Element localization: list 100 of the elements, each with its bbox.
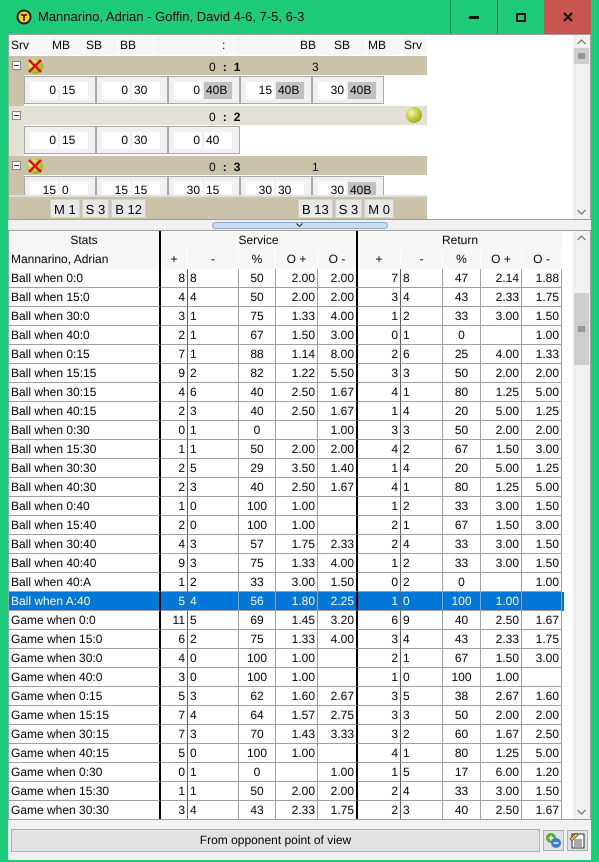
table-row[interactable]: Ball when 0:0 8 8 50 2.00 2.00 7 8 47 2.14 1.88 [9, 269, 564, 288]
point-card[interactable]: 15 40B [240, 76, 312, 104]
table-row[interactable]: Ball when 30:40 4 3 57 1.75 2.33 2 4 33 3.00 1.50 [9, 535, 564, 554]
table-row[interactable]: Game when 30:0 4 0 100 1.00 2 1 67 1.50 3.00 [9, 649, 564, 668]
collapse-icon[interactable] [12, 111, 21, 120]
scrollbar[interactable] [573, 35, 590, 219]
table-row[interactable]: Game when 30:30 3 4 43 2.33 1.75 2 3 40 2.50 1.67 [9, 801, 564, 819]
total-badge: M 1 [50, 198, 80, 218]
table-row[interactable]: Ball when 40:40 9 3 75 1.33 4.00 1 2 33 3.00 1.50 [9, 554, 564, 573]
table-row[interactable]: Game when 0:0 11 5 69 1.45 3.20 6 9 40 2.50 1.67 [9, 611, 564, 630]
column-header[interactable]: O + [481, 250, 522, 269]
maximize-icon [516, 12, 526, 22]
table-row[interactable]: Ball when 0:15 7 1 88 1.14 8.00 2 6 25 4.00 1.33 [9, 345, 564, 364]
table-cell: 1.75 [318, 801, 358, 819]
splitter-handle[interactable] [212, 222, 388, 228]
table-row[interactable]: Ball when 30:30 2 5 29 3.50 1.40 1 4 20 5.00 1.25 [9, 459, 564, 478]
point-card[interactable]: 0 40 [168, 126, 240, 154]
table-row[interactable]: Ball when 15:0 4 4 50 2.00 2.00 3 4 43 2.33 1.75 [9, 288, 564, 307]
column-header[interactable]: + [161, 250, 188, 269]
column-header[interactable]: : [220, 35, 234, 55]
point-card[interactable]: 0 15 [24, 126, 96, 154]
table-row[interactable]: Ball when 0:30 0 1 0 1.00 3 3 50 2.00 2.00 [9, 421, 564, 440]
table-row[interactable]: Game when 15:0 6 2 75 1.33 4.00 3 4 43 2.33 1.75 [9, 630, 564, 649]
game-header[interactable]: 0 : 1 3 [9, 56, 427, 75]
collapse-icon[interactable] [12, 161, 21, 170]
total-badge: B 12 [111, 198, 146, 218]
chevron-down-icon [296, 222, 303, 226]
point-card[interactable]: 0 15 [24, 76, 96, 104]
column-header[interactable]: O + [276, 250, 318, 269]
column-header[interactable]: Srv [402, 35, 427, 55]
close-button[interactable] [544, 0, 591, 34]
point-card[interactable]: 0 30 [96, 76, 168, 104]
table-row[interactable]: Ball when 40:30 2 3 40 2.50 1.67 4 1 80 1.25 5.00 [9, 478, 564, 497]
scroll-down-icon[interactable] [577, 809, 586, 815]
column-header[interactable]: - [188, 250, 239, 269]
column-header[interactable]: - [401, 250, 443, 269]
scroll-thumb[interactable] [574, 48, 589, 64]
table-row[interactable]: Game when 0:15 5 3 62 1.60 2.67 3 5 38 2.67 1.60 [9, 687, 564, 706]
column-header[interactable]: SB [84, 35, 118, 55]
column-header[interactable]: % [443, 250, 481, 269]
zoom-button[interactable] [543, 830, 564, 850]
column-header[interactable]: BB [298, 35, 332, 55]
point-card[interactable]: 30 40B [312, 76, 384, 104]
table-cell: 4 [188, 801, 239, 819]
point-card[interactable]: 15 0 [24, 176, 96, 196]
opponent-view-button[interactable]: From opponent point of view [11, 828, 540, 852]
game-header[interactable]: 0 : 3 1 [9, 156, 427, 175]
table-row[interactable]: Ball when 40:15 2 3 40 2.50 1.67 1 4 20 5.00 1.25 [9, 402, 564, 421]
table-row[interactable]: Ball when 40:0 2 1 67 1.50 3.00 0 1 0 1.00 [9, 326, 564, 345]
column-header[interactable]: O - [318, 250, 358, 269]
column-header[interactable]: + [358, 250, 401, 269]
collapse-icon[interactable] [12, 61, 21, 70]
table-row[interactable]: Ball when 15:40 2 0 100 1.00 2 1 67 1.50 3.00 [9, 516, 564, 535]
receiver-score: 30 [132, 132, 160, 148]
game-header[interactable]: 0 : 2 [9, 106, 427, 125]
minimize-icon [469, 16, 479, 18]
game-score: 0 : 1 [209, 59, 240, 76]
scroll-thumb[interactable] [574, 293, 589, 365]
table-cell: 2 [358, 801, 401, 819]
point-card[interactable]: 0 30 [96, 126, 168, 154]
total-badge: S 3 [82, 198, 110, 218]
table-row[interactable]: Ball when 15:30 1 1 50 2.00 2.00 4 2 67 1.50 3.00 [9, 440, 564, 459]
column-header[interactable]: Srv [9, 35, 50, 55]
plus-minus-icon [545, 832, 562, 848]
scroll-down-icon[interactable] [577, 209, 586, 215]
scrollbar[interactable] [573, 231, 590, 819]
column-header[interactable]: % [239, 250, 276, 269]
column-header[interactable]: O - [522, 250, 562, 269]
scroll-up-icon[interactable] [577, 235, 586, 241]
group-header: Return [358, 231, 562, 250]
table-row[interactable]: Game when 40:0 3 0 100 1.00 1 0 100 1.00 [9, 668, 564, 687]
point-card[interactable]: 30 30 [240, 176, 312, 196]
table-row[interactable]: Game when 15:15 7 4 64 1.57 2.75 3 3 50 2.00 2.00 [9, 706, 564, 725]
table-row[interactable]: Game when 40:15 5 0 100 1.00 4 1 80 1.25 5.00 [9, 744, 564, 763]
point-card[interactable]: 0 40B [168, 76, 240, 104]
table-row[interactable]: Ball when 30:15 4 6 40 2.50 1.67 4 1 80 1.25 5.00 [9, 383, 564, 402]
column-header[interactable]: MB [50, 35, 84, 55]
table-row[interactable]: Ball when 0:40 1 0 100 1.00 1 2 33 3.00 1.50 [9, 497, 564, 516]
column-header[interactable]: BB [118, 35, 154, 55]
table-row[interactable]: Ball when 30:0 3 1 75 1.33 4.00 1 2 33 3.00 1.50 [9, 307, 564, 326]
edit-button[interactable] [567, 830, 588, 850]
table-row[interactable]: Game when 0:30 0 1 0 1.00 1 5 17 6.00 1.20 [9, 763, 564, 782]
scroll-up-icon[interactable] [577, 39, 586, 45]
column-header[interactable]: Mannarino, Adrian [9, 250, 161, 269]
total-badge: S 3 [334, 198, 362, 218]
game-note: 1 [312, 159, 319, 176]
point-card[interactable]: 30 40B [312, 176, 384, 196]
game-indent-strip [9, 125, 24, 156]
table-row[interactable]: Ball when A:40 5 4 56 1.80 2.25 1 0 100 1.00 [9, 592, 564, 611]
window-title: Mannarino, Adrian - Goffin, David 4-6, 7-5, 6-3 [38, 8, 306, 26]
point-card[interactable]: 30 15 [168, 176, 240, 196]
table-row[interactable]: Ball when 15:15 9 2 82 1.22 5.50 3 3 50 2.00 2.00 [9, 364, 564, 383]
table-row[interactable]: Game when 30:15 7 3 70 1.43 3.33 3 2 60 1.67 2.50 [9, 725, 564, 744]
table-row[interactable]: Ball when 40:A 1 2 33 3.00 1.50 0 2 0 1.00 [9, 573, 564, 592]
point-card[interactable]: 15 15 [96, 176, 168, 196]
total-badge: B 13 [298, 198, 333, 218]
column-header[interactable]: MB [366, 35, 402, 55]
server-score: 15 [30, 182, 58, 196]
table-row[interactable]: Game when 15:30 1 1 50 2.00 2.00 2 4 33 3.00 1.50 [9, 782, 564, 801]
column-header[interactable]: SB [332, 35, 366, 55]
